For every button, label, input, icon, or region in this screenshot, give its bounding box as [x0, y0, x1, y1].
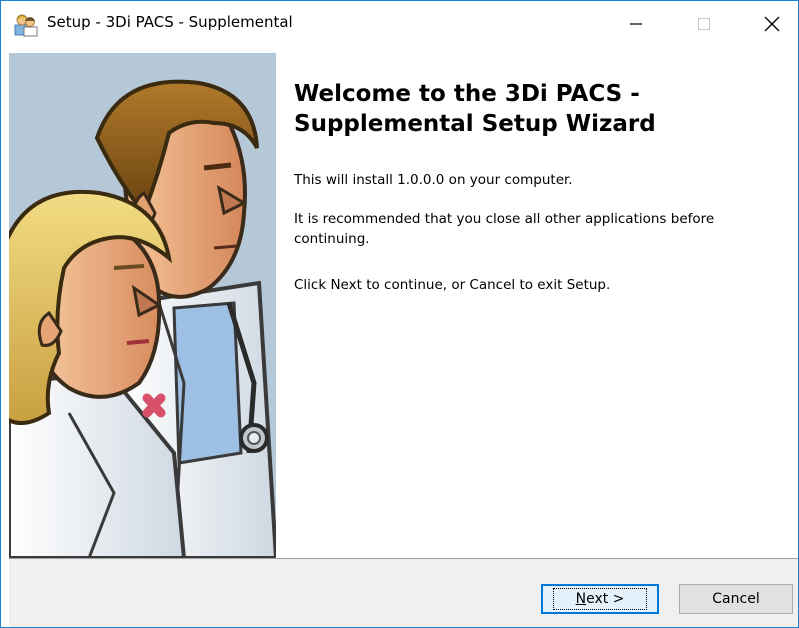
wizard-title-line1: Welcome to the 3Di PACS -	[294, 81, 640, 107]
close-apps-text: It is recommended that you close all oth…	[294, 211, 715, 247]
title-bar[interactable]: Setup - 3Di PACS - Supplemental	[1, 1, 798, 46]
setup-people-icon	[14, 14, 38, 37]
next-accelerator-key: N	[575, 591, 587, 607]
wizard-title: Welcome to the 3Di PACS - Supplemental S…	[294, 79, 789, 139]
install-version-text: This will install 1.0.0.0 on your comput…	[294, 172, 573, 188]
next-button-label: Next >	[552, 588, 648, 610]
wizard-footer: Next > Cancel	[9, 559, 798, 627]
minimize-icon	[630, 22, 642, 25]
wizard-side-image	[9, 53, 276, 558]
close-button[interactable]	[749, 1, 795, 46]
wizard-title-line2: Supplemental Setup Wizard	[294, 111, 656, 137]
maximize-button[interactable]	[681, 1, 727, 46]
setup-window: Setup - 3Di PACS - Supplemental Welcome …	[0, 0, 799, 628]
next-label-rest: ext >	[586, 591, 625, 607]
continue-instructions-text: Click Next to continue, or Cancel to exi…	[294, 277, 611, 293]
cancel-button[interactable]: Cancel	[679, 584, 793, 614]
next-button[interactable]: Next >	[541, 584, 659, 614]
window-title: Setup - 3Di PACS - Supplemental	[47, 13, 293, 31]
close-icon	[764, 16, 780, 31]
maximize-icon	[698, 17, 710, 30]
doctors-illustration	[9, 79, 276, 558]
wizard-content: Welcome to the 3Di PACS - Supplemental S…	[294, 79, 789, 293]
minimize-button[interactable]	[613, 1, 659, 46]
